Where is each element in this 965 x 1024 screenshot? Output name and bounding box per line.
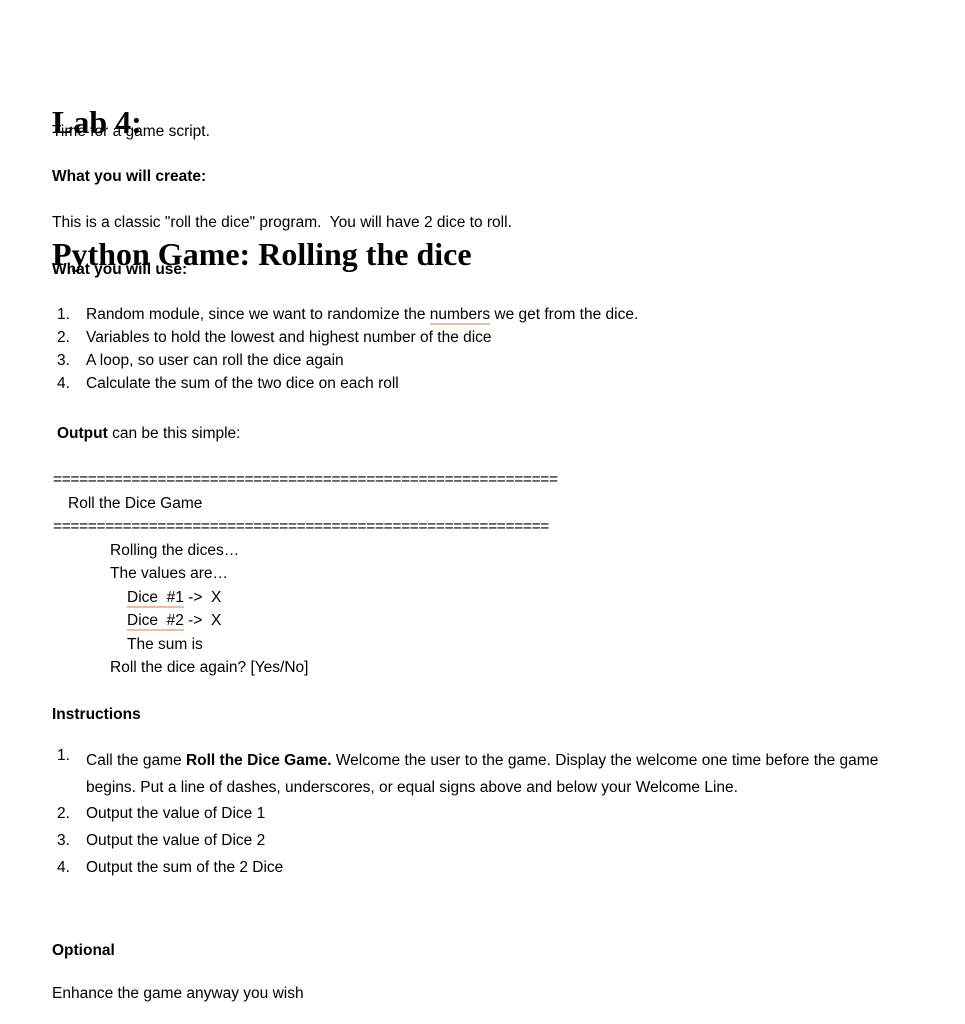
list-item-text: Output the sum of the 2 Dice <box>86 859 284 876</box>
console-line-dice1: Dice #1 -> X <box>127 588 221 608</box>
instructions-list: 1. Call the game Roll the Dice Game. Wel… <box>0 747 965 882</box>
list-item: 1. Call the game Roll the Dice Game. Wel… <box>0 747 965 801</box>
list-item-number: 1. <box>57 306 70 323</box>
separator-rule-bottom: ========================================… <box>53 518 550 535</box>
heading-instructions: Instructions <box>52 706 141 723</box>
list-item-text: Output the value of Dice 1 <box>86 805 266 822</box>
list-item-text-post: we get from the dice. <box>490 306 639 323</box>
console-line-dice2: Dice #2 -> X <box>127 611 221 631</box>
heading-what-you-will-use: What you will use: <box>52 261 188 278</box>
list-item-text: Call the game Roll the Dice Game. Welcom… <box>86 747 917 801</box>
list-item-number: 4. <box>57 375 70 392</box>
console-line-again: Roll the dice again? [Yes/No] <box>110 659 309 676</box>
list-item-number: 3. <box>57 352 70 369</box>
heading-optional: Optional <box>52 942 115 959</box>
list-item-text: Variables to hold the lowest and highest… <box>86 329 492 346</box>
list-item: 3. Output the value of Dice 2 <box>0 832 965 855</box>
list-item-text-bold: Roll the Dice Game. <box>185 752 332 769</box>
list-item: 1. Random module, since we want to rando… <box>0 306 965 329</box>
console-line-sum: The sum is <box>127 636 203 653</box>
console-title: Roll the Dice Game <box>68 495 203 512</box>
list-item-number: 2. <box>57 805 70 822</box>
list-item-text-pre: Call the game <box>86 752 186 769</box>
spellcheck-word: Dice #2 <box>127 612 184 631</box>
separator-rule-top: ========================================… <box>53 471 558 488</box>
list-item: 4. Calculate the sum of the two dice on … <box>0 375 965 398</box>
list-item-number: 4. <box>57 859 70 876</box>
list-item-text: A loop, so user can roll the dice again <box>86 352 344 369</box>
console-line-values: The values are… <box>110 565 229 582</box>
spellcheck-word: numbers <box>429 306 491 325</box>
heading-what-you-will-create: What you will create: <box>52 168 207 185</box>
console-line-dice1-rest: -> X <box>183 589 222 606</box>
list-item: 3. A loop, so user can roll the dice aga… <box>0 352 965 375</box>
output-intro-rest: can be this simple: <box>107 425 241 442</box>
list-item-text: Calculate the sum of the two dice on eac… <box>86 375 399 392</box>
list-item-number: 1. <box>57 747 70 764</box>
what-you-will-create-body: This is a classic "roll the dice" progra… <box>52 214 512 231</box>
list-item-number: 2. <box>57 329 70 346</box>
output-intro-line: Output can be this simple: <box>57 424 240 444</box>
console-line-rolling: Rolling the dices… <box>110 542 240 559</box>
list-item: 4. Output the sum of the 2 Dice <box>0 859 965 882</box>
list-item-number: 3. <box>57 832 70 849</box>
list-item-text: Output the value of Dice 2 <box>86 832 266 849</box>
document-page: Lab 4: Python Game: Rolling the dice Tim… <box>0 0 965 1024</box>
list-item-text: Random module, since we want to randomiz… <box>86 306 945 325</box>
what-you-will-use-list: 1. Random module, since we want to rando… <box>0 306 965 398</box>
output-label: Output <box>57 425 108 442</box>
list-item: 2. Output the value of Dice 1 <box>0 805 965 828</box>
list-item: 2. Variables to hold the lowest and high… <box>0 329 965 352</box>
list-item-text-pre: Random module, since we want to randomiz… <box>86 306 430 323</box>
console-line-dice2-rest: -> X <box>183 612 222 629</box>
intro-paragraph: Time for a game script. <box>52 123 210 140</box>
optional-body: Enhance the game anyway you wish <box>52 985 304 1002</box>
spellcheck-word: Dice #1 <box>127 589 184 608</box>
